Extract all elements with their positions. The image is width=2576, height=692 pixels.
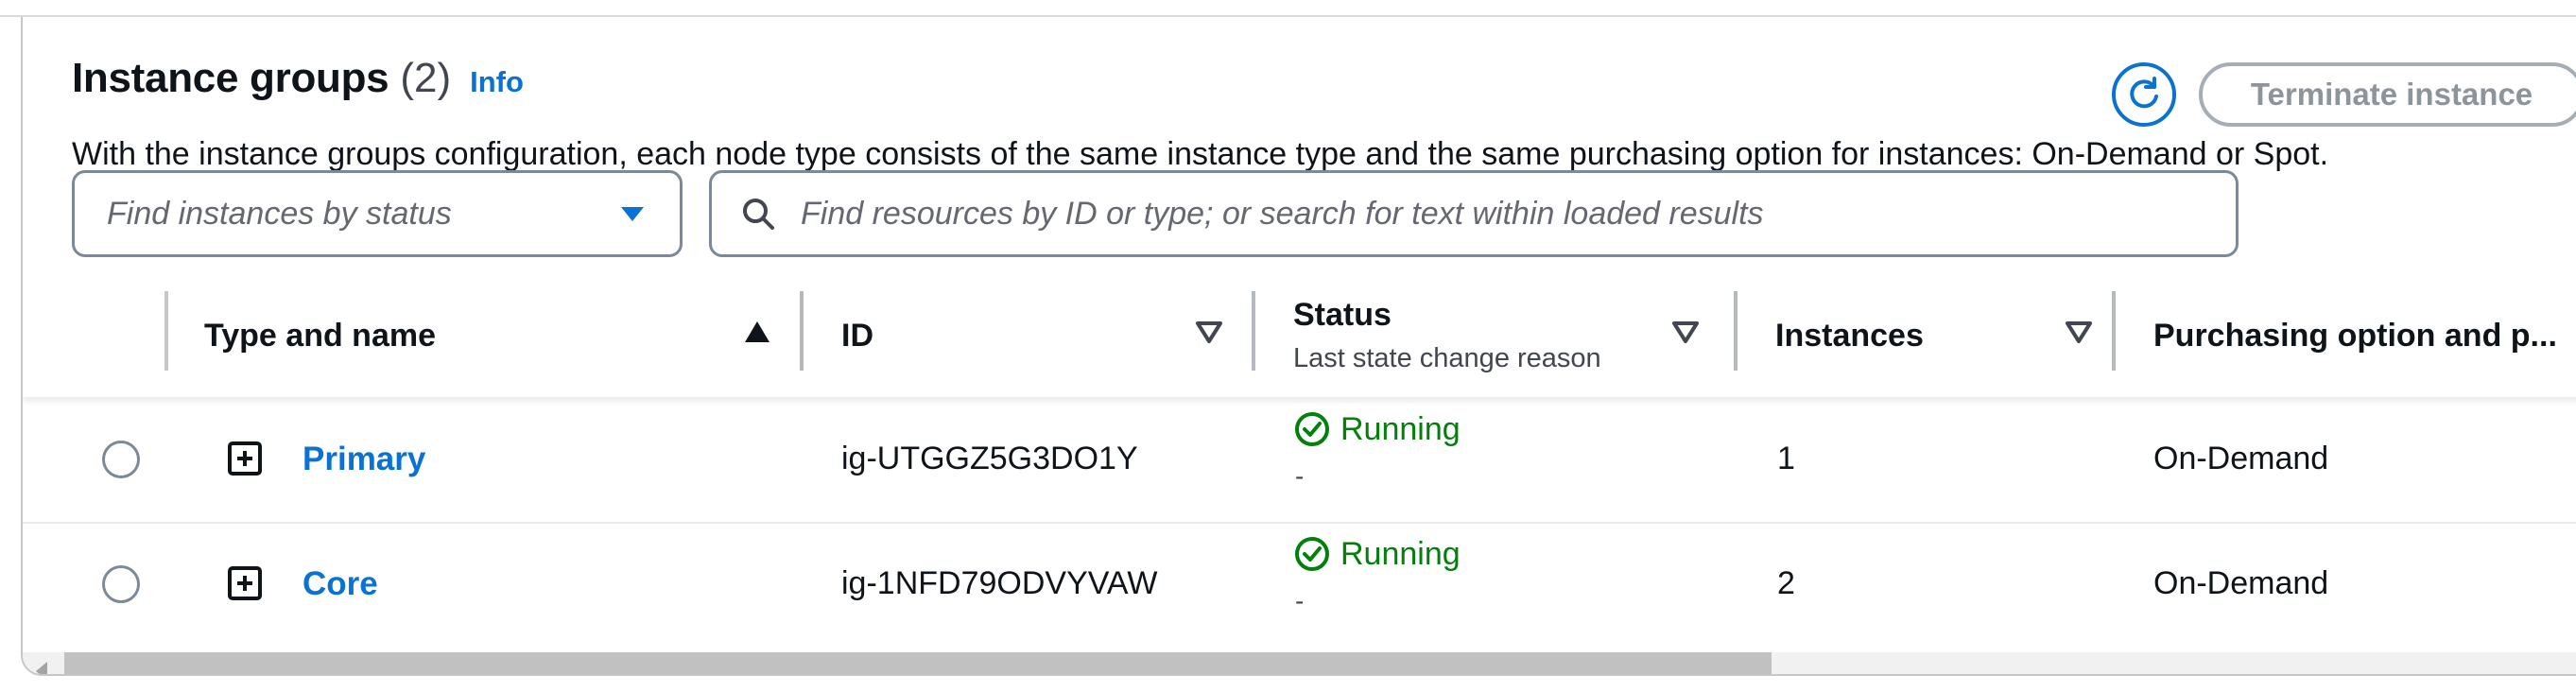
column-resizer[interactable]	[2112, 291, 2116, 371]
column-header-id[interactable]: ID	[841, 274, 873, 397]
state-change-reason: -	[1295, 461, 1305, 491]
refresh-button[interactable]	[2112, 62, 2176, 127]
panel-description: With the instance groups configuration, …	[72, 136, 2329, 172]
status-indicator: Running	[1293, 410, 1461, 448]
scroll-left-arrow-icon[interactable]	[36, 662, 47, 674]
column-header-status[interactable]: Status Last state change reason	[1293, 274, 1601, 397]
column-header-instances[interactable]: Instances	[1775, 274, 1924, 397]
instance-group-id: ig-1NFD79ODVYVAW	[841, 565, 1158, 601]
column-label-status: Status	[1293, 297, 1392, 333]
purchasing-option: On-Demand	[2153, 441, 2329, 476]
column-label-type-and-name: Type and name	[204, 317, 436, 354]
resource-search-input[interactable]	[799, 194, 2236, 234]
instance-group-name-link[interactable]: Primary	[303, 441, 425, 478]
success-check-icon	[1295, 412, 1329, 446]
column-resizer[interactable]	[1252, 291, 1255, 371]
sort-icon[interactable]	[1195, 320, 1223, 344]
status-text: Running	[1340, 535, 1461, 572]
caret-down-icon	[621, 207, 644, 221]
panel-header: Instance groups (2) Info	[72, 55, 524, 108]
sort-ascending-icon[interactable]	[743, 320, 771, 344]
instance-group-id: ig-UTGGZ5G3DO1Y	[841, 441, 1138, 476]
column-header-type-and-name[interactable]: Type and name	[204, 274, 436, 397]
refresh-icon	[2130, 77, 2158, 109]
page-title: Instance groups	[72, 55, 389, 101]
purchasing-option: On-Demand	[2153, 565, 2329, 601]
sort-icon[interactable]	[2065, 320, 2093, 344]
info-link[interactable]: Info	[470, 65, 524, 99]
search-icon	[743, 199, 774, 230]
column-resizer[interactable]	[1734, 291, 1738, 371]
column-label-instances: Instances	[1775, 317, 1924, 354]
terminate-instance-button[interactable]: Terminate instance	[2199, 62, 2576, 127]
column-label-id: ID	[841, 317, 873, 354]
sort-icon[interactable]	[1671, 320, 1700, 344]
table-row[interactable]: Primary ig-UTGGZ5G3DO1Y Running - 1 On-D…	[23, 397, 2576, 524]
expand-icon[interactable]	[227, 441, 263, 476]
instance-count: 1	[1777, 441, 1795, 476]
state-change-reason: -	[1295, 586, 1305, 615]
column-divider	[164, 291, 168, 371]
status-indicator: Running	[1293, 535, 1461, 573]
table-row[interactable]: Core ig-1NFD79ODVYVAW Running - 2 On-Dem…	[23, 522, 2576, 647]
resource-search-box[interactable]	[709, 170, 2239, 257]
column-sublabel-status: Last state change reason	[1293, 343, 1601, 373]
success-check-icon	[1295, 537, 1329, 571]
column-resizer[interactable]	[800, 291, 804, 371]
row-select-radio[interactable]	[102, 441, 140, 478]
expand-icon[interactable]	[227, 565, 263, 601]
status-text: Running	[1340, 410, 1461, 447]
scrollbar-thumb[interactable]	[64, 652, 1772, 674]
top-divider	[0, 0, 2576, 17]
status-filter-select[interactable]: Find instances by status	[72, 170, 683, 257]
column-label-purchasing-option: Purchasing option and p...	[2153, 317, 2557, 354]
instance-group-name-link[interactable]: Core	[303, 565, 378, 603]
column-header-purchasing-option[interactable]: Purchasing option and p...	[2153, 274, 2557, 397]
status-filter-placeholder: Find instances by status	[107, 195, 452, 232]
group-count: (2)	[400, 55, 452, 101]
instance-groups-panel: Instance groups (2) Info Terminate insta…	[21, 17, 2576, 676]
instance-count: 2	[1777, 565, 1795, 601]
table-header: Type and name ID Status Last state chang…	[23, 274, 2576, 397]
row-select-radio[interactable]	[102, 565, 140, 603]
